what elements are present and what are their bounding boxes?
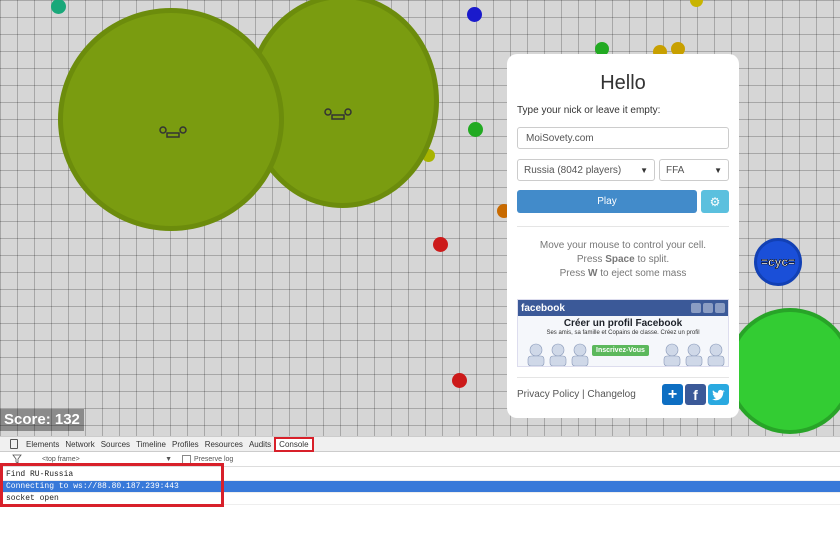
enemy-cell: =cyc= bbox=[754, 238, 802, 286]
pellet bbox=[467, 7, 482, 22]
region-select[interactable]: Russia (8042 players) ▼ bbox=[517, 159, 655, 181]
chevron-down-icon: ▼ bbox=[640, 165, 648, 175]
share-twitter-button[interactable] bbox=[708, 384, 729, 405]
pellet bbox=[433, 237, 448, 252]
mode-select[interactable]: FFA ▼ bbox=[659, 159, 729, 181]
device-mode-icon[interactable] bbox=[10, 439, 18, 449]
instruction-line: Press Space to split. bbox=[576, 254, 670, 265]
instructions: Move your mouse to control your cell. Pr… bbox=[517, 239, 729, 281]
cell-face-icon bbox=[159, 126, 187, 138]
region-select-value: Russia (8042 players) bbox=[524, 164, 622, 176]
footer-separator: | bbox=[582, 389, 585, 400]
share-buttons: + f bbox=[662, 384, 729, 405]
pellet bbox=[690, 0, 703, 7]
nick-input[interactable] bbox=[517, 127, 729, 149]
divider bbox=[517, 377, 729, 378]
facebook-logo: facebook bbox=[521, 302, 565, 314]
dialog-footer: Privacy Policy | Changelog + f bbox=[517, 384, 729, 405]
tab-sources[interactable]: Sources bbox=[98, 440, 133, 449]
ad-signup-button[interactable]: Inscrivez-Vous bbox=[592, 345, 649, 356]
frame-select[interactable]: <top frame> ▼ bbox=[42, 456, 172, 463]
score-display: Score: 132 bbox=[0, 409, 84, 431]
pellet bbox=[452, 373, 467, 388]
pellet bbox=[468, 122, 483, 137]
tab-timeline[interactable]: Timeline bbox=[133, 440, 169, 449]
plus-icon: + bbox=[667, 385, 678, 403]
globe-icon bbox=[715, 303, 725, 313]
mode-select-value: FFA bbox=[666, 164, 685, 176]
gear-icon: ⚙ bbox=[709, 194, 721, 209]
play-button[interactable]: Play bbox=[517, 190, 697, 213]
tab-elements[interactable]: Elements bbox=[23, 440, 62, 449]
dialog-title: Hello bbox=[600, 72, 646, 94]
instruction-line: Move your mouse to control your cell. bbox=[539, 240, 707, 251]
ad-headline: Créer un profil Facebook bbox=[563, 318, 683, 329]
devtools-tab-bar: Elements Network Sources Timeline Profil… bbox=[0, 436, 840, 452]
facebook-ad[interactable]: facebook Créer un profil Facebook Ses am… bbox=[517, 299, 729, 367]
pellet bbox=[51, 0, 66, 14]
facebook-icon: f bbox=[693, 386, 698, 403]
start-dialog: Hello Type your nick or leave it empty: … bbox=[507, 54, 739, 418]
nick-prompt: Type your nick or leave it empty: bbox=[517, 105, 661, 116]
ad-text: Ses amis, sa famille et Copains de class… bbox=[546, 330, 700, 336]
share-plus-button[interactable]: + bbox=[662, 384, 683, 405]
footer-links: Privacy Policy | Changelog bbox=[517, 389, 636, 400]
tab-network[interactable]: Network bbox=[62, 440, 97, 449]
tab-resources[interactable]: Resources bbox=[202, 440, 246, 449]
frame-select-value: <top frame> bbox=[42, 455, 80, 463]
tab-audits[interactable]: Audits bbox=[246, 440, 274, 449]
settings-button[interactable]: ⚙ bbox=[701, 190, 729, 213]
virus-cell bbox=[731, 312, 840, 430]
instruction-line: Press W to eject some mass bbox=[559, 268, 687, 279]
twitter-icon bbox=[711, 389, 725, 400]
tab-console[interactable]: Console bbox=[274, 436, 314, 452]
tab-profiles[interactable]: Profiles bbox=[169, 440, 202, 449]
divider bbox=[517, 226, 729, 227]
chevron-down-icon: ▼ bbox=[714, 165, 722, 175]
key-space: Space bbox=[605, 254, 635, 265]
cell-face-icon bbox=[324, 108, 352, 120]
privacy-policy-link[interactable]: Privacy Policy bbox=[517, 389, 579, 400]
ad-icons bbox=[691, 303, 725, 313]
messages-icon bbox=[703, 303, 713, 313]
preserve-log-label: Preserve log bbox=[194, 455, 234, 463]
share-facebook-button[interactable]: f bbox=[685, 384, 706, 405]
annotation-box bbox=[0, 463, 224, 507]
changelog-link[interactable]: Changelog bbox=[587, 389, 635, 400]
friends-icon bbox=[691, 303, 701, 313]
enemy-cell-name: =cyc= bbox=[760, 255, 796, 270]
chevron-down-icon: ▼ bbox=[165, 455, 172, 463]
player-cell-left bbox=[58, 8, 284, 231]
ad-header: facebook bbox=[518, 300, 728, 316]
